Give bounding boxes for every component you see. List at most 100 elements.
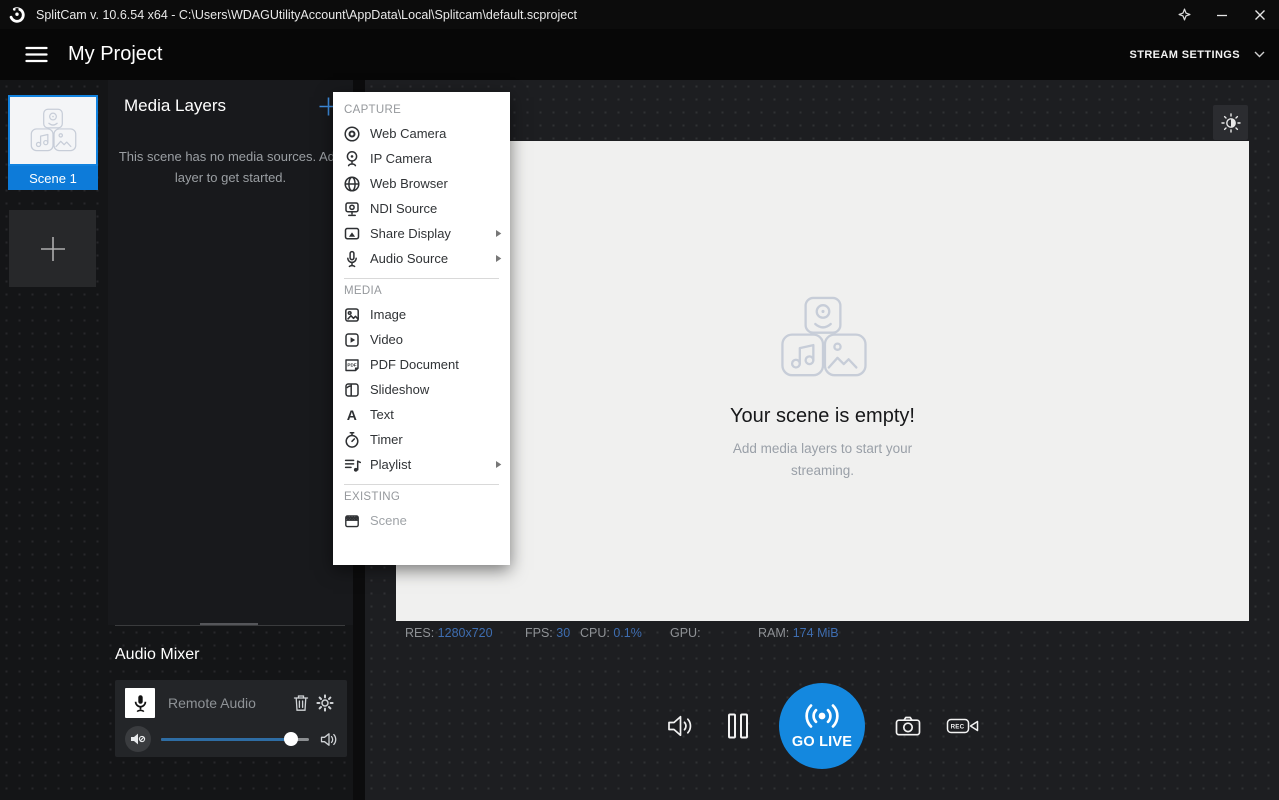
- title-bar: SplitCam v. 10.6.54 x64 - C:\Users\WDAGU…: [0, 0, 1279, 29]
- audio-output-button[interactable]: [665, 711, 695, 741]
- audio-mixer-card: Remote Audio: [115, 680, 347, 757]
- menu-item-web-camera[interactable]: Web Camera: [333, 121, 510, 146]
- menu-item-playlist[interactable]: Playlist: [333, 452, 510, 477]
- plus-icon: [38, 234, 68, 264]
- speaker-icon: [320, 732, 337, 747]
- menu-divider: [344, 278, 499, 279]
- menu-item-image[interactable]: Image: [333, 302, 510, 327]
- playlist-icon: [342, 456, 361, 474]
- empty-scene-subtitle: Add media layers to start your streaming…: [733, 438, 913, 483]
- menu-item-text[interactable]: A Text: [333, 402, 510, 427]
- stream-settings-dropdown[interactable]: STREAM SETTINGS: [1129, 49, 1265, 61]
- panel-splitter-horizontal[interactable]: [115, 625, 345, 626]
- status-bar: RES: 1280x720 FPS: 30 CPU: 0.1% GPU: RAM…: [365, 626, 1279, 642]
- svg-text:A: A: [346, 406, 356, 422]
- close-button[interactable]: [1241, 0, 1279, 29]
- media-placeholder-icon: [22, 108, 84, 154]
- pin-on-top-button[interactable]: [1165, 0, 1203, 29]
- speaker-muted-icon: [130, 732, 146, 746]
- go-live-button[interactable]: GO LIVE: [779, 683, 865, 769]
- pause-icon: [727, 713, 749, 739]
- menu-item-slideshow[interactable]: Slideshow: [333, 377, 510, 402]
- status-resolution: RES: 1280x720: [405, 626, 493, 640]
- menu-section-existing: EXISTING: [344, 491, 510, 503]
- ndi-source-icon: [342, 200, 361, 218]
- menu-item-ndi-source[interactable]: NDI Source: [333, 196, 510, 221]
- empty-scene-title: Your scene is empty!: [730, 405, 915, 428]
- menu-item-scene[interactable]: Scene: [333, 508, 510, 533]
- menu-section-capture: CAPTURE: [344, 104, 510, 116]
- globe-icon: [342, 175, 361, 193]
- go-live-label: GO LIVE: [792, 734, 852, 750]
- menu-divider: [344, 484, 499, 485]
- status-fps: FPS: 30: [525, 626, 570, 640]
- content-area: Scene 1 Media Layers This scene has no m…: [0, 80, 1279, 800]
- delete-audio-source-button[interactable]: [289, 691, 313, 715]
- project-title: My Project: [68, 43, 162, 66]
- pause-button[interactable]: [725, 712, 751, 740]
- media-placeholder-icon: [765, 296, 881, 381]
- menu-section-media: MEDIA: [344, 285, 510, 297]
- stream-settings-label: STREAM SETTINGS: [1129, 49, 1240, 61]
- snapshot-button[interactable]: [894, 714, 922, 738]
- splitter-handle: [200, 623, 258, 625]
- microphone-icon: [342, 250, 361, 268]
- svg-text:REC: REC: [951, 723, 965, 730]
- scene1-label: Scene 1: [8, 166, 98, 190]
- image-icon: [342, 306, 361, 324]
- submenu-arrow-icon: [495, 460, 502, 469]
- scene-thumbnail-scene1[interactable]: Scene 1: [8, 95, 98, 190]
- audio-source-type-badge: [125, 688, 155, 718]
- volume-slider[interactable]: [161, 738, 309, 741]
- media-layers-panel: Media Layers This scene has no media sou…: [108, 80, 353, 625]
- window-title: SplitCam v. 10.6.54 x64 - C:\Users\WDAGU…: [36, 8, 577, 22]
- status-cpu: CPU: 0.1%: [580, 626, 642, 640]
- brightness-icon: [1221, 113, 1241, 133]
- menu-item-share-display[interactable]: Share Display: [333, 221, 510, 246]
- menu-item-pdf-document[interactable]: PDF PDF Document: [333, 352, 510, 377]
- microphone-icon: [132, 694, 149, 713]
- add-layer-menu: CAPTURE Web Camera IP Camera Web Browser: [333, 92, 510, 565]
- submenu-arrow-icon: [495, 254, 502, 263]
- menu-item-audio-source[interactable]: Audio Source: [333, 246, 510, 271]
- audio-source-name: Remote Audio: [168, 695, 289, 711]
- slideshow-icon: [342, 381, 361, 399]
- scene-icon: [342, 512, 361, 530]
- volume-slider-fill: [161, 738, 291, 741]
- video-icon: [342, 331, 361, 349]
- menu-item-web-browser[interactable]: Web Browser: [333, 171, 510, 196]
- scene1-preview: [8, 95, 98, 166]
- gear-icon: [316, 694, 334, 712]
- chevron-down-icon: [1254, 51, 1265, 58]
- svg-text:PDF: PDF: [347, 362, 356, 367]
- timer-icon: [342, 431, 361, 449]
- minimize-button[interactable]: [1203, 0, 1241, 29]
- add-scene-button[interactable]: [9, 210, 96, 287]
- speaker-icon: [666, 712, 694, 740]
- broadcast-icon: [802, 703, 842, 729]
- status-ram: RAM: 174 MiB: [758, 626, 839, 640]
- submenu-arrow-icon: [495, 229, 502, 238]
- share-display-icon: [342, 225, 361, 243]
- audio-source-settings-button[interactable]: [313, 691, 337, 715]
- rec-icon: REC: [946, 715, 980, 737]
- app-header: My Project STREAM SETTINGS: [0, 29, 1279, 80]
- scene-canvas[interactable]: Your scene is empty! Add media layers to…: [396, 141, 1249, 621]
- brightness-button[interactable]: [1213, 105, 1248, 140]
- ip-camera-icon: [342, 150, 361, 168]
- splitcam-logo-icon: [8, 6, 26, 24]
- status-gpu: GPU:: [670, 626, 701, 640]
- menu-item-timer[interactable]: Timer: [333, 427, 510, 452]
- record-button[interactable]: REC: [945, 715, 981, 737]
- text-icon: A: [342, 406, 361, 424]
- mute-button[interactable]: [125, 726, 151, 752]
- webcam-icon: [342, 125, 361, 143]
- main-menu-button[interactable]: [16, 38, 56, 72]
- menu-item-video[interactable]: Video: [333, 327, 510, 352]
- camera-icon: [895, 715, 921, 737]
- volume-slider-knob[interactable]: [284, 732, 298, 746]
- trash-icon: [293, 694, 309, 712]
- menu-item-ip-camera[interactable]: IP Camera: [333, 146, 510, 171]
- audio-mixer-title: Audio Mixer: [115, 646, 199, 664]
- media-layers-title: Media Layers: [124, 96, 226, 116]
